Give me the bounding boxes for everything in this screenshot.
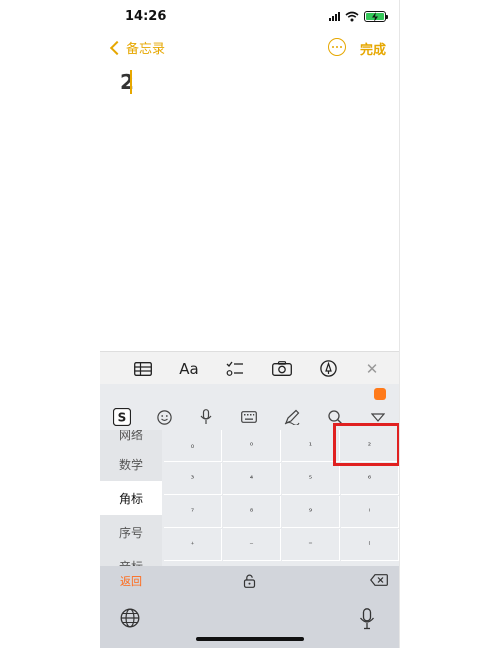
category-item-superscript[interactable]: 角标 <box>100 481 162 515</box>
handwriting-icon[interactable] <box>278 404 306 430</box>
back-button[interactable]: 备忘录 <box>108 38 165 57</box>
table-icon[interactable] <box>128 352 158 385</box>
home-indicator[interactable] <box>196 637 304 641</box>
svg-text:S: S <box>118 411 127 425</box>
symbol-key[interactable]: ⁸ <box>223 496 281 528</box>
chevron-left-icon <box>109 40 125 55</box>
checklist-icon[interactable] <box>220 352 250 385</box>
symbol-key[interactable]: ⁰ <box>223 430 281 462</box>
symbol-key[interactable]: ⁻ <box>223 529 281 561</box>
close-icon[interactable]: ✕ <box>357 352 387 385</box>
symbol-key[interactable]: ⁱ <box>341 496 399 528</box>
symbol-key[interactable]: ⁷ <box>164 496 222 528</box>
status-time: 14:26 <box>125 9 167 24</box>
emoji-icon[interactable] <box>150 404 178 430</box>
keyboard-bottom-bar: 返回 <box>100 566 400 648</box>
wifi-icon <box>345 11 359 21</box>
dictation-microphone-icon[interactable] <box>359 608 375 634</box>
back-label: 备忘录 <box>126 42 166 57</box>
category-item-ordinal[interactable]: 序号 <box>100 515 162 549</box>
symbol-key[interactable]: ₀ <box>164 430 222 462</box>
cellular-signal-icon <box>329 11 340 21</box>
status-icons <box>329 10 388 22</box>
symbol-key[interactable]: ⁼ <box>282 529 340 561</box>
screen-edge <box>399 0 400 648</box>
done-button[interactable]: 完成 <box>360 39 386 58</box>
symbol-key[interactable]: ⁹ <box>282 496 340 528</box>
camera-icon[interactable] <box>267 352 297 385</box>
format-toolbar: Aa ✕ <box>100 351 400 384</box>
symbol-key[interactable]: ⁵ <box>282 463 340 495</box>
delete-icon[interactable] <box>370 573 388 586</box>
globe-icon[interactable] <box>120 608 140 632</box>
category-item-phonetic[interactable]: 音标 <box>100 549 162 567</box>
more-options-button[interactable] <box>328 38 346 56</box>
lock-icon[interactable] <box>243 573 256 592</box>
microphone-icon[interactable] <box>192 404 220 430</box>
sogou-mascot-icon[interactable] <box>374 388 386 400</box>
symbol-key[interactable]: ⁶ <box>341 463 399 495</box>
symbol-key[interactable]: ⁽ <box>341 529 399 561</box>
markup-pen-icon[interactable] <box>313 352 343 385</box>
return-button[interactable]: 返回 <box>120 573 142 589</box>
symbol-key[interactable]: ³ <box>164 463 222 495</box>
phone-screen: 14:26 备忘录 完成 2 Aa ✕ S 网络 数学 角标 序号 ₀ ⁰ ¹ … <box>100 0 400 648</box>
highlight-box <box>333 423 400 466</box>
text-style-button[interactable]: Aa <box>174 352 204 385</box>
keyboard-icon[interactable] <box>235 404 263 430</box>
sogou-logo[interactable]: S <box>108 404 136 430</box>
category-list: 网络 数学 角标 序号 音标 <box>100 430 162 566</box>
battery-icon <box>364 10 388 22</box>
ime-suggestion-strip <box>100 384 400 404</box>
symbol-key[interactable]: ¹ <box>282 430 340 462</box>
symbol-key[interactable]: ⁴ <box>223 463 281 495</box>
text-cursor <box>130 70 132 94</box>
category-item-math[interactable]: 数学 <box>100 447 162 481</box>
symbol-key[interactable]: ⁺ <box>164 529 222 561</box>
